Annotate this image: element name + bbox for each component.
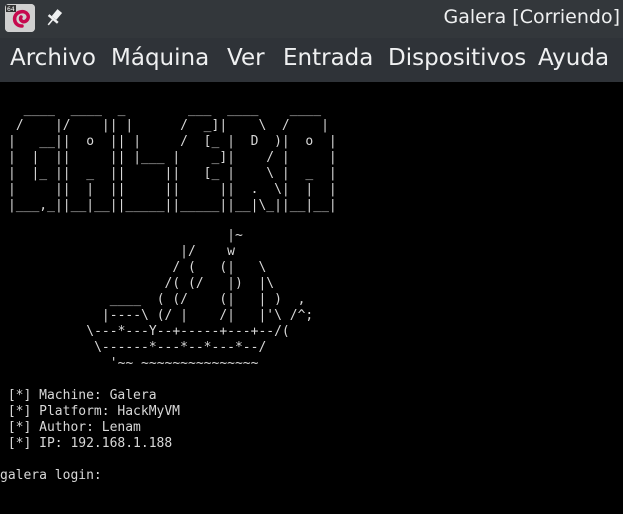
pin-icon[interactable] (44, 7, 64, 29)
vm-console-screen[interactable]: ____ ____ _ ___ ____ ____ / |/ || | / _]… (0, 82, 623, 514)
menu-archivo[interactable]: Archivo (10, 45, 96, 71)
window-titlebar: 64 Galera [Corriendo] (0, 0, 623, 38)
window-title: Galera [Corriendo] (443, 6, 620, 28)
info-ip: [*] IP: 192.168.1.188 (0, 436, 173, 451)
menu-maquina[interactable]: Máquina (111, 45, 209, 71)
menubar: Archivo Máquina Ver Entrada Dispositivos… (0, 38, 623, 82)
login-prompt[interactable]: galera login: (0, 468, 110, 484)
svg-text:64: 64 (7, 6, 15, 13)
menu-entrada[interactable]: Entrada (283, 45, 373, 71)
ship-ascii-art: |~ |/ w / ( (| \ /( (/ |) |\ ____ ( (/ (… (86, 228, 314, 371)
galera-banner-ascii-art: ____ ____ _ ___ ____ ____ / |/ || | / _]… (8, 102, 337, 213)
virtualbox-vm-icon[interactable]: 64 (5, 4, 35, 32)
menu-ayuda[interactable]: Ayuda (538, 45, 609, 71)
info-author: [*] Author: Lenam (0, 420, 141, 435)
menu-ver[interactable]: Ver (227, 45, 265, 71)
info-platform: [*] Platform: HackMyVM (0, 404, 181, 419)
menu-dispositivos[interactable]: Dispositivos (388, 45, 526, 71)
info-machine: [*] Machine: Galera (0, 388, 157, 403)
